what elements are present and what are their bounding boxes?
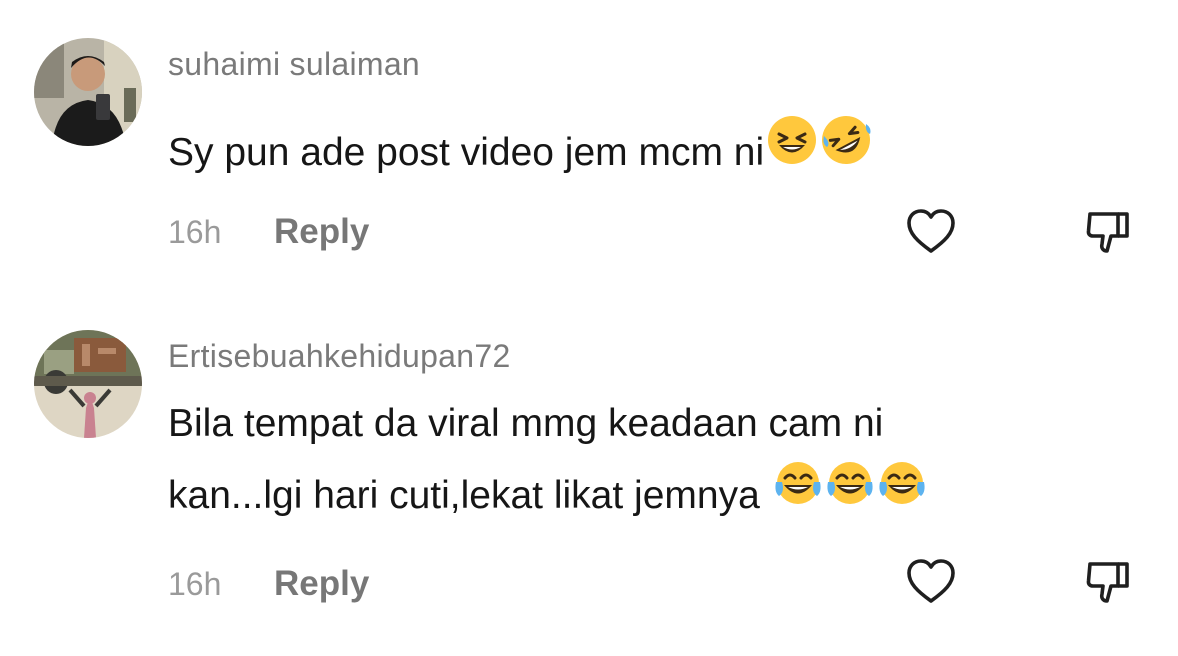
- timestamp: 16h: [168, 214, 222, 250]
- tears-of-joy-emoji-icon: [877, 458, 927, 532]
- username[interactable]: Ertisebuahkehidupan72: [168, 338, 511, 375]
- comment-text-body: Sy pun ade post video jem mcm ni: [168, 131, 765, 174]
- comment-text-body: kan...lgi hari cuti,lekat likat jemnya: [168, 474, 760, 517]
- comment-item: suhaimi sulaiman Sy pun ade post video j…: [0, 0, 1178, 300]
- reply-button[interactable]: Reply: [274, 212, 369, 252]
- heart-outline-icon[interactable]: [903, 554, 959, 610]
- avatar[interactable]: [34, 38, 142, 146]
- timestamp: 16h: [168, 566, 222, 602]
- grinning-squinting-emoji-icon: [766, 114, 818, 190]
- comment-text: Sy pun ade post video jem mcm ni: [168, 114, 872, 190]
- username[interactable]: suhaimi sulaiman: [168, 46, 420, 83]
- avatar[interactable]: [34, 330, 142, 438]
- thumbs-down-outline-icon[interactable]: [1080, 554, 1136, 610]
- comment-item: Ertisebuahkehidupan72 Bila tempat da vir…: [0, 300, 1178, 656]
- reply-button[interactable]: Reply: [274, 564, 369, 604]
- comment-text: Bila tempat da viral mmg keadaan cam ni …: [168, 388, 927, 532]
- tears-of-joy-emoji-icon: [773, 458, 823, 532]
- rolling-on-floor-laughing-emoji-icon: [820, 114, 872, 190]
- thumbs-down-outline-icon[interactable]: [1080, 204, 1136, 260]
- heart-outline-icon[interactable]: [903, 204, 959, 260]
- tears-of-joy-emoji-icon: [825, 458, 875, 532]
- comment-text-line-2: kan...lgi hari cuti,lekat likat jemnya: [168, 460, 927, 532]
- comment-text-line: Bila tempat da viral mmg keadaan cam ni: [168, 402, 884, 445]
